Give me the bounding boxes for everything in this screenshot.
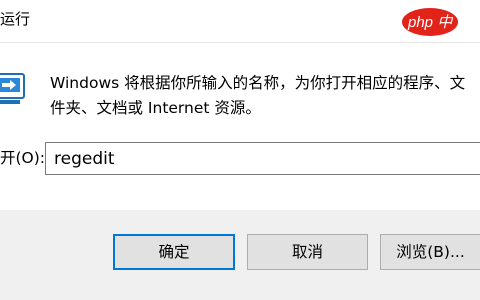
cancel-button[interactable]: 取消 — [247, 234, 368, 270]
browse-button[interactable]: 浏览(B)... — [380, 234, 480, 270]
open-label: 开(O): — [0, 149, 46, 167]
description-line-2: 件夹、文档或 Internet 资源。 — [50, 99, 261, 117]
window-title: 运行 — [0, 10, 31, 28]
ok-button[interactable]: 确定 — [113, 234, 235, 270]
php-logo-watermark: php 中 — [402, 8, 458, 36]
dialog-description: Windows 将根据你所输入的名称，为你打开相应的程序、文 件夹、文档或 In… — [50, 71, 480, 121]
run-icon — [0, 73, 25, 104]
title-bar: 运行 php 中 — [0, 0, 480, 42]
watermark-text: php 中 — [407, 14, 454, 31]
open-input[interactable]: regedit — [45, 142, 480, 175]
open-input-value: regedit — [54, 149, 115, 169]
description-line-1: Windows 将根据你所输入的名称，为你打开相应的程序、文 — [50, 74, 466, 92]
title-divider — [0, 42, 480, 43]
